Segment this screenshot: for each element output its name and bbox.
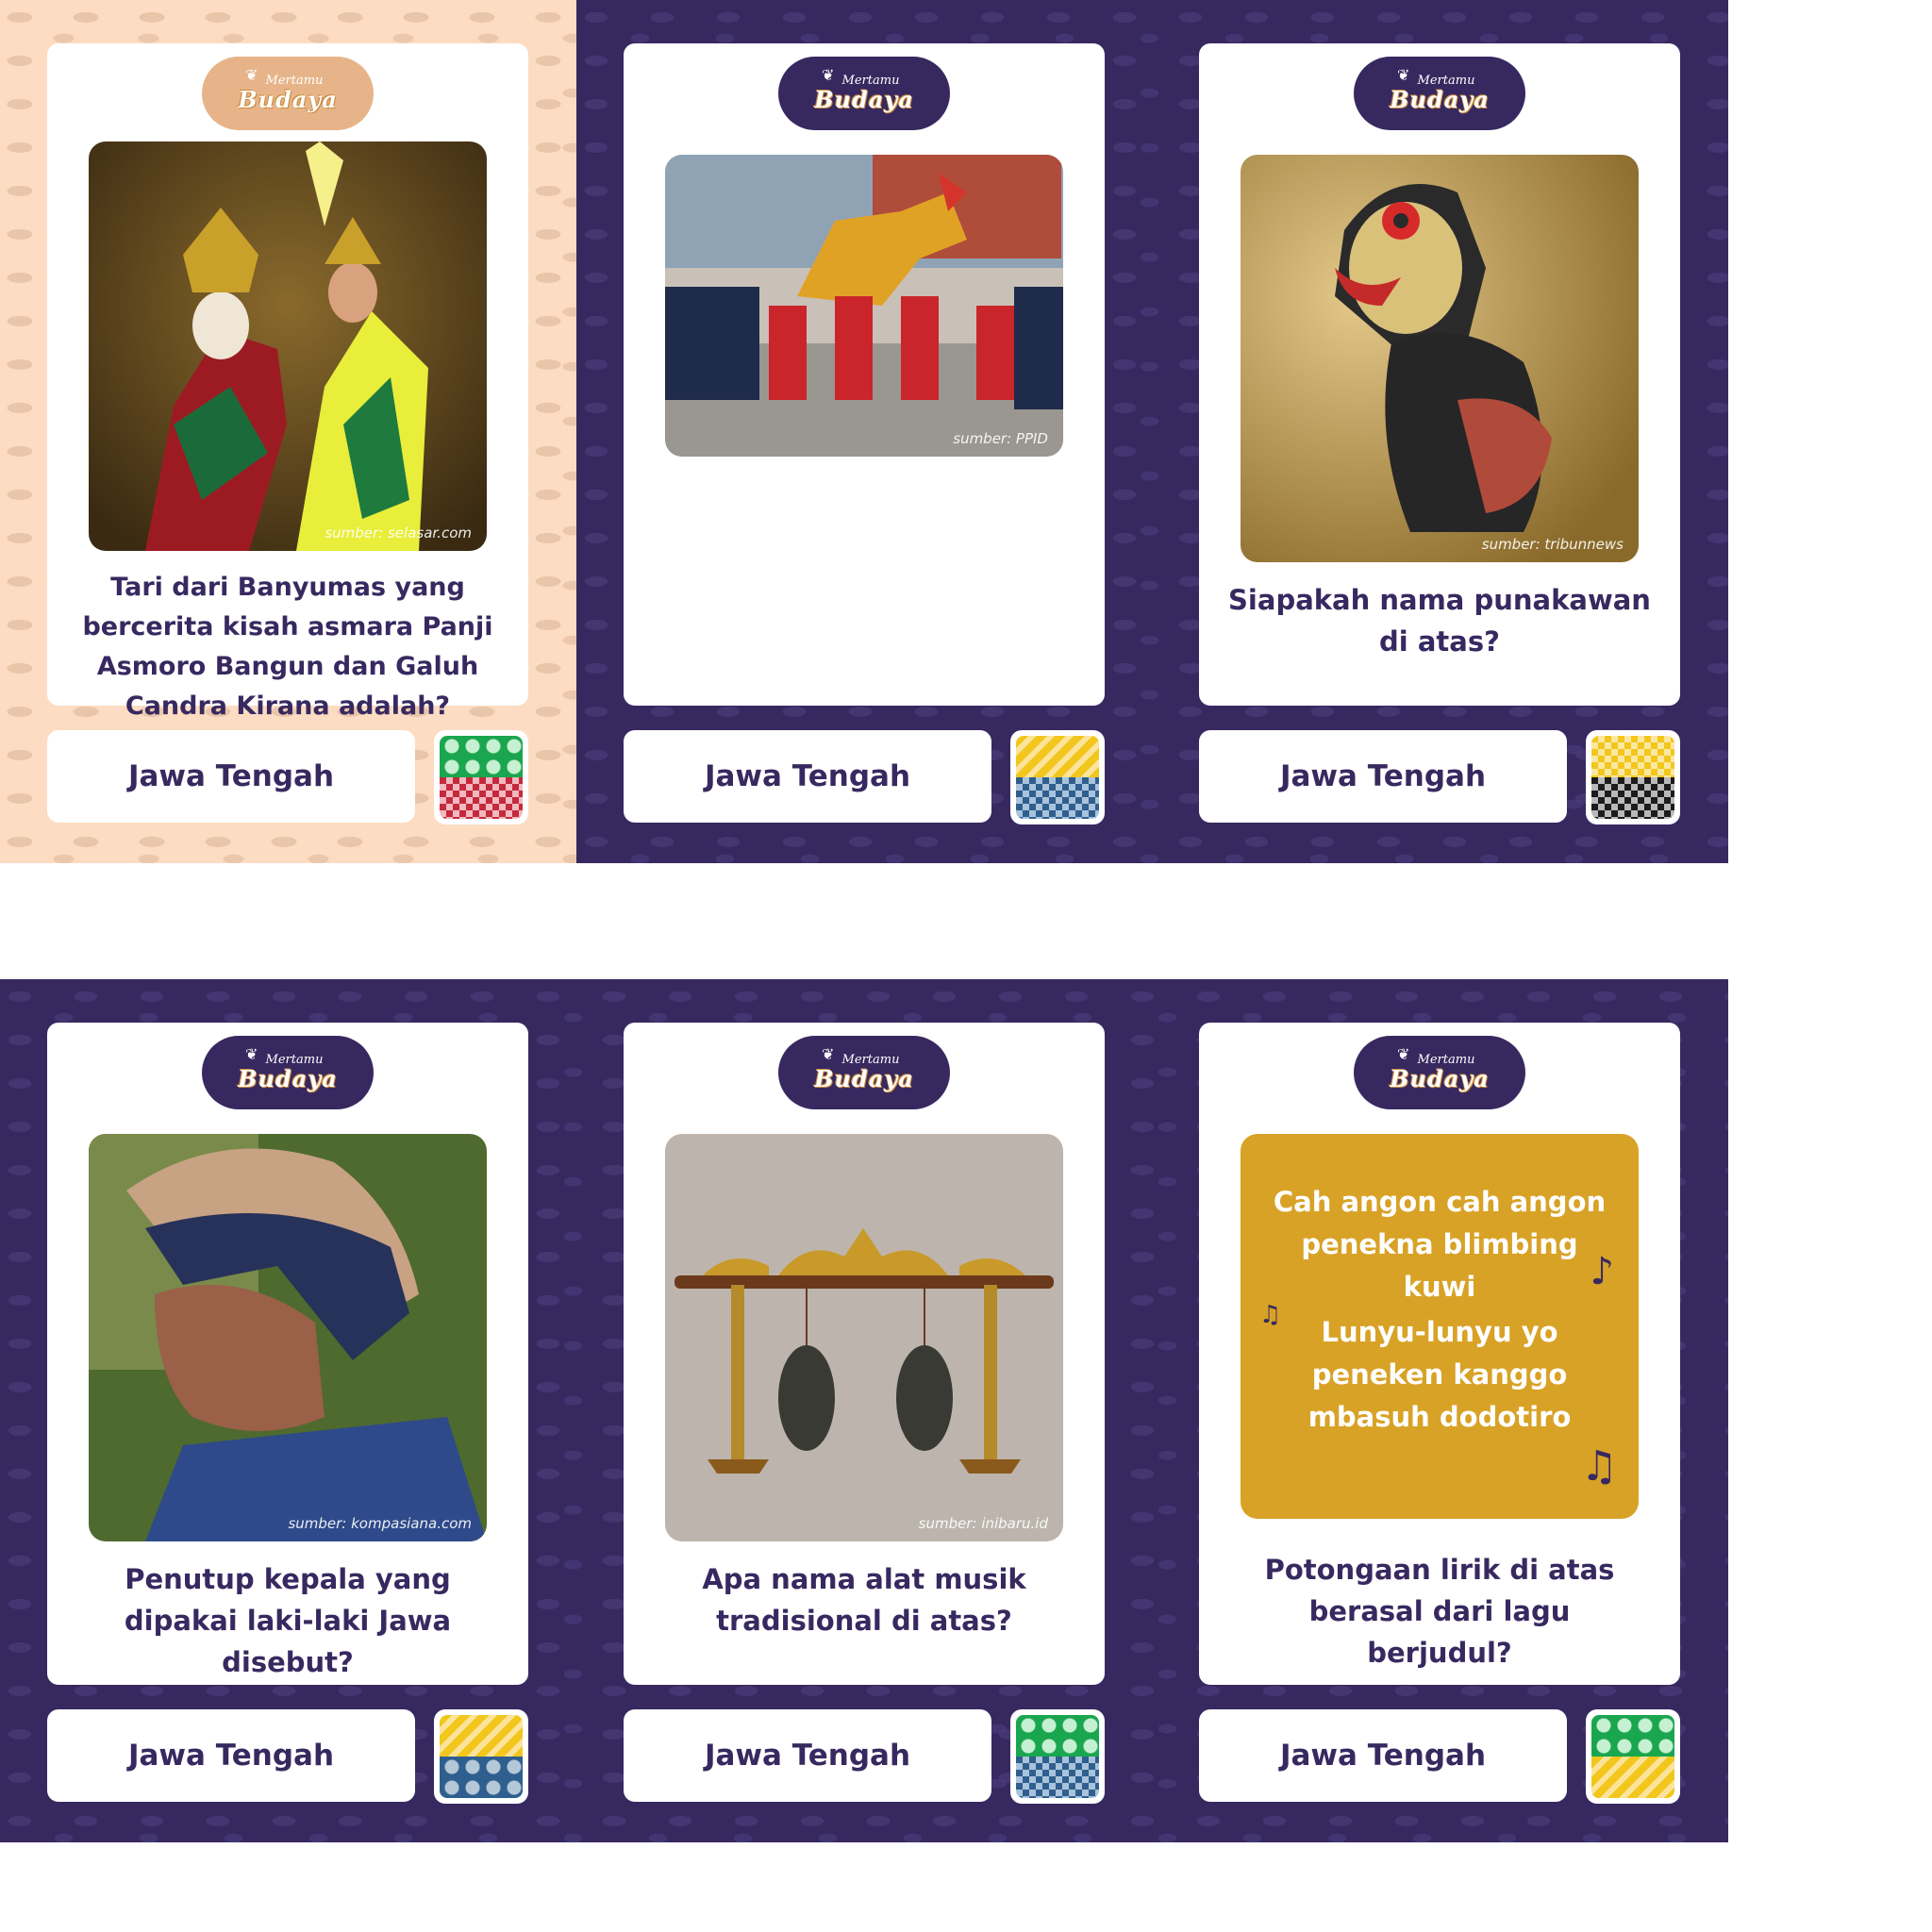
question-text: Potongaan lirik di atas berasal dari lag… bbox=[1264, 1554, 1615, 1669]
region-text: Jawa Tengah bbox=[1279, 1739, 1487, 1773]
pattern-badge bbox=[434, 730, 528, 824]
card-sheet-bottom: ❦ Mertamu Budaya sumber: kompasiana.com … bbox=[0, 979, 1728, 1842]
blangkon-photo: sumber: kompasiana.com bbox=[89, 1134, 487, 1541]
question-card[interactable]: ❦ Mertamu Budaya sumber: kompasiana.com … bbox=[47, 1023, 528, 1685]
photo-credit: sumber: tribunnews bbox=[1481, 536, 1624, 553]
leaf-icon: ❦ bbox=[822, 66, 835, 84]
region-label[interactable]: Jawa Tengah bbox=[1199, 1709, 1567, 1802]
leaf-icon: ❦ bbox=[1397, 1045, 1410, 1063]
lyrics-line2: Lunyu-lunyu yo peneken kanggo mbasuh dod… bbox=[1307, 1316, 1572, 1433]
brand-logo: ❦ Mertamu Budaya bbox=[1354, 1036, 1525, 1109]
music-note-icon: ♪ bbox=[1590, 1250, 1614, 1293]
logo-line2: Budaya bbox=[238, 1065, 338, 1092]
region-text: Jawa Tengah bbox=[127, 759, 335, 793]
dance-photo: sumber: selasar.com bbox=[89, 142, 487, 551]
brand-logo: ❦ Mertamu Budaya bbox=[1354, 57, 1525, 130]
region-text: Jawa Tengah bbox=[1279, 759, 1487, 793]
pattern-badge bbox=[434, 1709, 528, 1804]
region-label[interactable]: Jawa Tengah bbox=[47, 1709, 415, 1802]
pattern-badge bbox=[1586, 730, 1680, 824]
logo-line2: Budaya bbox=[814, 1065, 914, 1092]
lyrics-line1: Cah angon cah angon penekna blimbing kuw… bbox=[1273, 1186, 1607, 1303]
lyrics-box: Cah angon cah angon penekna blimbing kuw… bbox=[1241, 1134, 1639, 1519]
wayang-photo: sumber: tribunnews bbox=[1241, 155, 1639, 562]
parade-photo: sumber: PPID bbox=[665, 155, 1063, 457]
photo-credit: sumber: selasar.com bbox=[325, 525, 472, 541]
leaf-icon: ❦ bbox=[245, 66, 258, 84]
leaf-icon: ❦ bbox=[822, 1045, 835, 1063]
region-label[interactable]: Jawa Tengah bbox=[47, 730, 415, 823]
card-sheet-top: ❦ Mertamu Budaya sumber: selasar.com Tar… bbox=[0, 0, 1728, 863]
logo-line2: Budaya bbox=[238, 86, 338, 113]
pattern-badge bbox=[1586, 1709, 1680, 1804]
question-card[interactable]: ❦ Mertamu Budaya sumber: inibaru.id Apa … bbox=[624, 1023, 1105, 1685]
logo-line2: Budaya bbox=[1390, 1065, 1490, 1092]
question-text: Tari dari Banyumas yang bercerita kisah … bbox=[82, 573, 493, 721]
question-card[interactable]: ❦ Mertamu Budaya sumber: selasar.com Tar… bbox=[47, 43, 528, 721]
question-text: Apa nama alat musik tradisional di atas? bbox=[702, 1563, 1026, 1637]
brand-logo: ❦ Mertamu Budaya bbox=[778, 57, 950, 130]
question-text: Penutup kepala yang dipakai laki-laki Ja… bbox=[124, 1563, 452, 1678]
logo-line2: Budaya bbox=[814, 86, 914, 113]
gong-photo: sumber: inibaru.id bbox=[665, 1134, 1063, 1541]
brand-logo: ❦ Mertamu Budaya bbox=[202, 57, 374, 130]
leaf-icon: ❦ bbox=[245, 1045, 258, 1063]
logo-line2: Budaya bbox=[1390, 86, 1490, 113]
question-card[interactable]: ❦ Mertamu Budaya sumber: PPID bbox=[624, 43, 1105, 706]
region-text: Jawa Tengah bbox=[704, 759, 911, 793]
region-text: Jawa Tengah bbox=[127, 1739, 335, 1773]
region-text: Jawa Tengah bbox=[704, 1739, 911, 1773]
beamed-notes-icon: ♫ bbox=[1259, 1301, 1282, 1329]
pattern-badge bbox=[1010, 1709, 1105, 1804]
photo-credit: sumber: PPID bbox=[953, 430, 1048, 447]
region-label[interactable]: Jawa Tengah bbox=[624, 1709, 991, 1802]
beamed-notes-icon: ♫ bbox=[1580, 1442, 1618, 1491]
leaf-icon: ❦ bbox=[1397, 66, 1410, 84]
question-card[interactable]: ❦ Mertamu Budaya Cah angon cah angon pen… bbox=[1199, 1023, 1680, 1685]
pattern-badge bbox=[1010, 730, 1105, 824]
photo-credit: sumber: inibaru.id bbox=[918, 1515, 1048, 1532]
region-label[interactable]: Jawa Tengah bbox=[1199, 730, 1567, 823]
brand-logo: ❦ Mertamu Budaya bbox=[778, 1036, 950, 1109]
region-label[interactable]: Jawa Tengah bbox=[624, 730, 991, 823]
photo-credit: sumber: kompasiana.com bbox=[288, 1515, 472, 1532]
question-text: Siapakah nama punakawan di atas? bbox=[1228, 584, 1651, 658]
brand-logo: ❦ Mertamu Budaya bbox=[202, 1036, 374, 1109]
question-card[interactable]: ❦ Mertamu Budaya sumber: tribunnews Siap… bbox=[1199, 43, 1680, 706]
